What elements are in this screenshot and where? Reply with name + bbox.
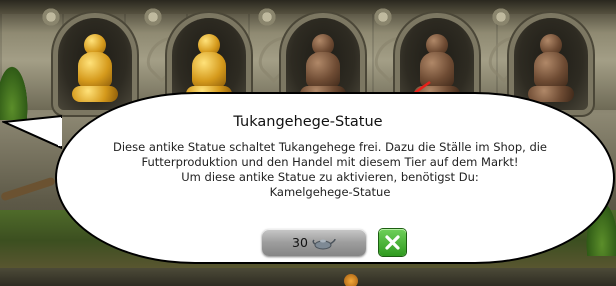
wall-cornice [0, 0, 616, 14]
statue-niche[interactable] [58, 18, 132, 110]
monkey-statue-gold-icon[interactable] [72, 34, 118, 104]
magic-lamp-icon [312, 238, 336, 249]
bottom-frame [0, 268, 616, 286]
dialog-description: Diese antike Statue schaltet Tukangehege… [90, 140, 570, 200]
description-line: Um diese antike Statue zu aktivieren, be… [181, 170, 479, 184]
close-button[interactable] [379, 229, 406, 256]
buy-button[interactable]: 30 [262, 229, 366, 256]
required-item: Kamelgehege-Statue [269, 185, 391, 199]
game-scene: Tukangehege-Statue Diese antike Statue s… [0, 0, 616, 286]
description-line: Futterproduktion und den Handel mit dies… [141, 155, 519, 169]
statue-niche[interactable] [514, 18, 588, 110]
description-line: Diese antike Statue schaltet Tukangehege… [112, 140, 548, 154]
carved-flower-icon [142, 6, 164, 28]
price-amount: 30 [292, 235, 308, 250]
close-x-icon [385, 235, 400, 250]
gem-ornament-icon [344, 274, 358, 286]
carved-flower-icon [372, 6, 394, 28]
tree-branch [0, 176, 56, 202]
carved-flower-icon [490, 6, 512, 28]
monkey-statue-bronze-icon[interactable] [528, 34, 574, 104]
carved-flower-icon [256, 6, 278, 28]
carved-flower-icon [40, 6, 62, 28]
dialog-title: Tukangehege-Statue [233, 114, 383, 130]
